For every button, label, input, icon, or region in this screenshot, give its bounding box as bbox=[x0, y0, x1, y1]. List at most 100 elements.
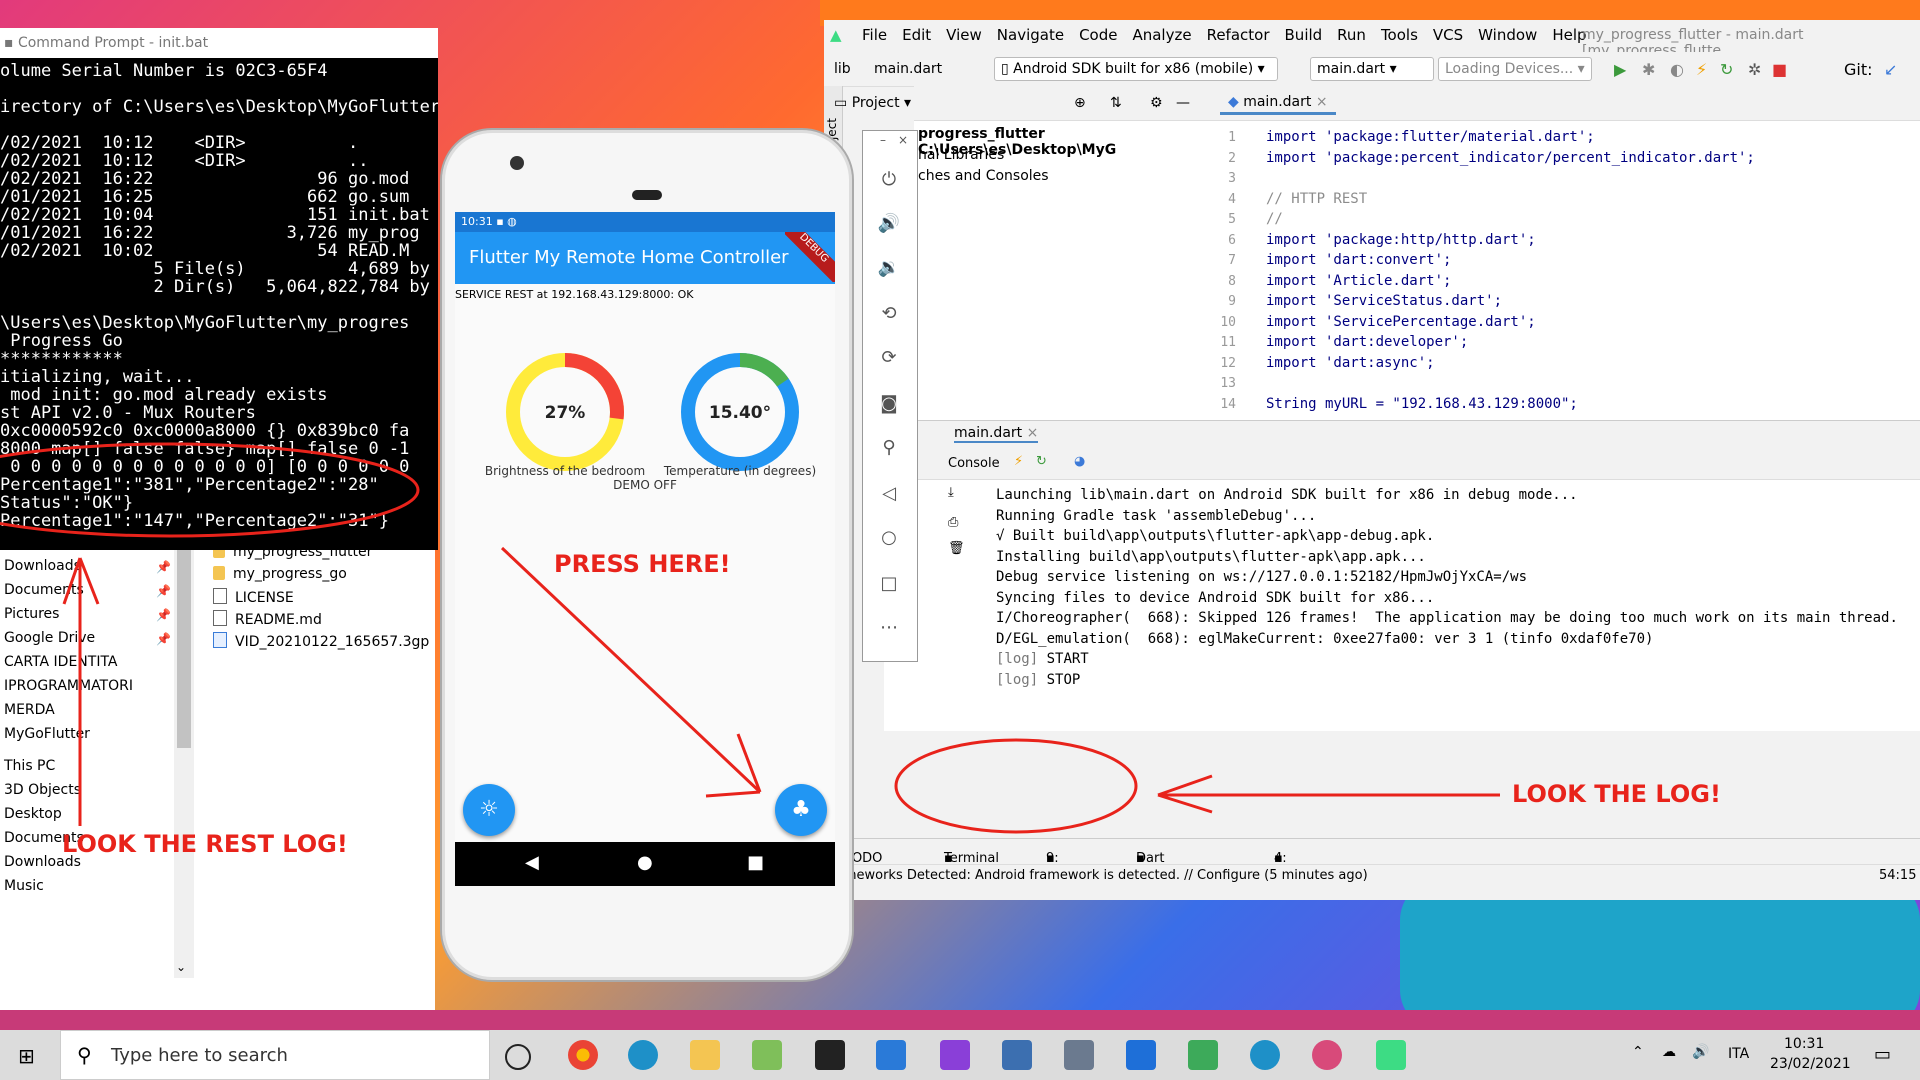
menu-run[interactable]: Run bbox=[1337, 26, 1366, 44]
explorer-nav-item[interactable]: Music bbox=[4, 878, 44, 894]
explorer-nav-item[interactable]: Documents bbox=[4, 582, 84, 598]
code-line[interactable]: import 'ServicePercentage.dart'; bbox=[1266, 314, 1536, 330]
app-window-icon[interactable] bbox=[1126, 1040, 1156, 1070]
profile-icon[interactable]: ◐ bbox=[1670, 60, 1684, 79]
explorer-nav-item[interactable]: Downloads bbox=[4, 558, 81, 574]
file-row[interactable]: VID_20210122_165657.3gp bbox=[213, 632, 429, 650]
paint-icon[interactable] bbox=[752, 1040, 782, 1070]
tab-main-dart[interactable]: ◆ main.dart × bbox=[1220, 92, 1336, 115]
scroll-to-end-icon[interactable]: ⤓ bbox=[948, 485, 954, 500]
edge-icon[interactable] bbox=[628, 1040, 658, 1070]
menu-navigate[interactable]: Navigate bbox=[997, 26, 1064, 44]
locate-icon[interactable]: ⊕ bbox=[1074, 86, 1086, 120]
command-prompt-window[interactable]: ▪ Command Prompt - init.bat olume Serial… bbox=[0, 28, 438, 550]
pin-icon[interactable]: 📌 bbox=[156, 632, 171, 646]
task-view-icon[interactable] bbox=[505, 1044, 531, 1070]
project-tree-item[interactable]: ches and Consoles bbox=[918, 168, 1049, 184]
run-tab-main-dart[interactable]: main.dart × bbox=[954, 425, 1039, 443]
explorer-nav-item[interactable]: Desktop bbox=[4, 806, 62, 822]
demo-toggle-button[interactable]: ♣ bbox=[775, 784, 827, 836]
debug-icon[interactable]: ✱ bbox=[1642, 60, 1655, 79]
explorer-nav-item[interactable]: Google Drive bbox=[4, 630, 95, 646]
clock-date[interactable]: 23/02/2021 bbox=[1770, 1056, 1851, 1072]
file-row[interactable]: LICENSE bbox=[213, 588, 294, 606]
hot-restart-icon[interactable]: ↻ bbox=[1036, 454, 1047, 469]
explorer-nav-item[interactable]: MyGoFlutter bbox=[4, 726, 90, 742]
breadcrumb-lib[interactable]: lib bbox=[834, 61, 851, 77]
overview-icon[interactable]: □ bbox=[877, 573, 901, 597]
chevron-down-icon[interactable]: ⌄ bbox=[176, 960, 186, 974]
menu-view[interactable]: View bbox=[946, 26, 982, 44]
taskbar-search[interactable]: ⚲ Type here to search bbox=[60, 1030, 490, 1080]
cursor-position[interactable]: 54:15 bbox=[1879, 865, 1916, 887]
close-icon[interactable]: × bbox=[891, 133, 915, 157]
recents-icon[interactable]: ■ bbox=[747, 852, 764, 873]
left-fab-button[interactable]: ☼ bbox=[463, 784, 515, 836]
devtools-icon[interactable]: ◕ bbox=[1074, 454, 1085, 469]
zoom-icon[interactable]: ⚲ bbox=[877, 437, 901, 461]
code-line[interactable]: import 'dart:developer'; bbox=[1266, 334, 1468, 350]
home-icon[interactable]: ○ bbox=[877, 527, 901, 551]
explorer-nav-item[interactable]: CARTA IDENTITA bbox=[4, 654, 118, 670]
android-studio-icon[interactable] bbox=[1188, 1040, 1218, 1070]
language-indicator[interactable]: ITA bbox=[1728, 1046, 1749, 1062]
visual-studio-icon[interactable] bbox=[940, 1040, 970, 1070]
menu-vcs[interactable]: VCS bbox=[1433, 26, 1463, 44]
code-line[interactable]: import 'ServiceStatus.dart'; bbox=[1266, 293, 1502, 309]
code-line[interactable]: String myURL = "192.168.43.129:8000"; bbox=[1266, 396, 1578, 412]
device-selector[interactable]: ▯ Android SDK built for x86 (mobile) ▾ bbox=[994, 57, 1278, 81]
emulator-icon[interactable] bbox=[1376, 1040, 1406, 1070]
collapse-icon[interactable]: ⇅ bbox=[1110, 86, 1122, 120]
edge-beta-icon[interactable] bbox=[1250, 1040, 1280, 1070]
console-tab[interactable]: Console bbox=[948, 456, 1000, 471]
file-row[interactable]: my_progress_go bbox=[213, 566, 347, 582]
print-icon[interactable]: ⎙ bbox=[948, 515, 958, 530]
file-explorer-icon[interactable] bbox=[690, 1040, 720, 1070]
attach-debugger-icon[interactable]: ✲ bbox=[1748, 60, 1761, 79]
menu-file[interactable]: File bbox=[862, 26, 887, 44]
camera-icon[interactable]: ◙ bbox=[877, 393, 901, 417]
code-line[interactable]: import 'Article.dart'; bbox=[1266, 273, 1451, 289]
vscode-icon[interactable] bbox=[876, 1040, 906, 1070]
pin-icon[interactable]: 📌 bbox=[156, 560, 171, 574]
menu-analyze[interactable]: Analyze bbox=[1132, 26, 1191, 44]
chrome-icon[interactable] bbox=[568, 1040, 598, 1070]
git-update-icon[interactable]: ↙ bbox=[1884, 60, 1897, 79]
explorer-nav-item[interactable]: MERDA bbox=[4, 702, 55, 718]
run-icon[interactable]: ▶ bbox=[1614, 60, 1626, 79]
explorer-nav-item[interactable]: IPROGRAMMATORI bbox=[4, 678, 133, 694]
code-editor[interactable]: ◆ main.dart × 1 import 'package:flutter/m… bbox=[1212, 86, 1920, 420]
phone-screen[interactable]: 10:31 ▪ ◍ Flutter My Remote Home Control… bbox=[455, 212, 835, 886]
rotate-right-icon[interactable]: ⟳ bbox=[877, 347, 901, 371]
menu-edit[interactable]: Edit bbox=[902, 26, 931, 44]
rotate-left-icon[interactable]: ⟲ bbox=[877, 303, 901, 327]
code-line[interactable]: import 'package:percent_indicator/percen… bbox=[1266, 150, 1755, 166]
hot-restart-icon[interactable]: ↻ bbox=[1720, 60, 1733, 79]
volume-up-icon[interactable]: 🔊 bbox=[877, 213, 901, 237]
stop-icon[interactable]: ■ bbox=[1772, 60, 1787, 79]
run-config-selector[interactable]: main.dart ▾ bbox=[1310, 57, 1434, 81]
hide-panel-icon[interactable]: — bbox=[1176, 86, 1190, 120]
calculator-icon[interactable] bbox=[1064, 1040, 1094, 1070]
explorer-nav-item[interactable]: This PC bbox=[4, 758, 55, 774]
more-icon[interactable]: ⋯ bbox=[877, 617, 901, 641]
windows-start-icon[interactable]: ⊞ bbox=[18, 1044, 35, 1068]
trash-icon[interactable]: 🗑 bbox=[948, 541, 965, 556]
network-app-icon[interactable] bbox=[1002, 1040, 1032, 1070]
project-view-selector[interactable]: Project bbox=[852, 95, 900, 111]
volume-icon[interactable]: 🔊 bbox=[1692, 1044, 1709, 1060]
cloud-icon[interactable]: ☁ bbox=[1662, 1044, 1676, 1060]
code-line[interactable]: // bbox=[1266, 211, 1283, 227]
menu-build[interactable]: Build bbox=[1285, 26, 1323, 44]
explorer-nav-item[interactable]: 3D Objects bbox=[4, 782, 81, 798]
project-tree-item[interactable]: nal Libraries bbox=[918, 147, 1004, 163]
menu-code[interactable]: Code bbox=[1079, 26, 1117, 44]
clock-time[interactable]: 10:31 bbox=[1784, 1036, 1824, 1052]
breadcrumb-file[interactable]: main.dart bbox=[874, 61, 942, 77]
menu-window[interactable]: Window bbox=[1478, 26, 1537, 44]
code-line[interactable]: import 'package:http/http.dart'; bbox=[1266, 232, 1536, 248]
code-line[interactable]: // HTTP REST bbox=[1266, 191, 1367, 207]
code-line[interactable]: import 'dart:convert'; bbox=[1266, 252, 1451, 268]
hot-reload-icon[interactable]: ⚡ bbox=[1696, 60, 1707, 79]
file-row[interactable]: README.md bbox=[213, 610, 322, 628]
